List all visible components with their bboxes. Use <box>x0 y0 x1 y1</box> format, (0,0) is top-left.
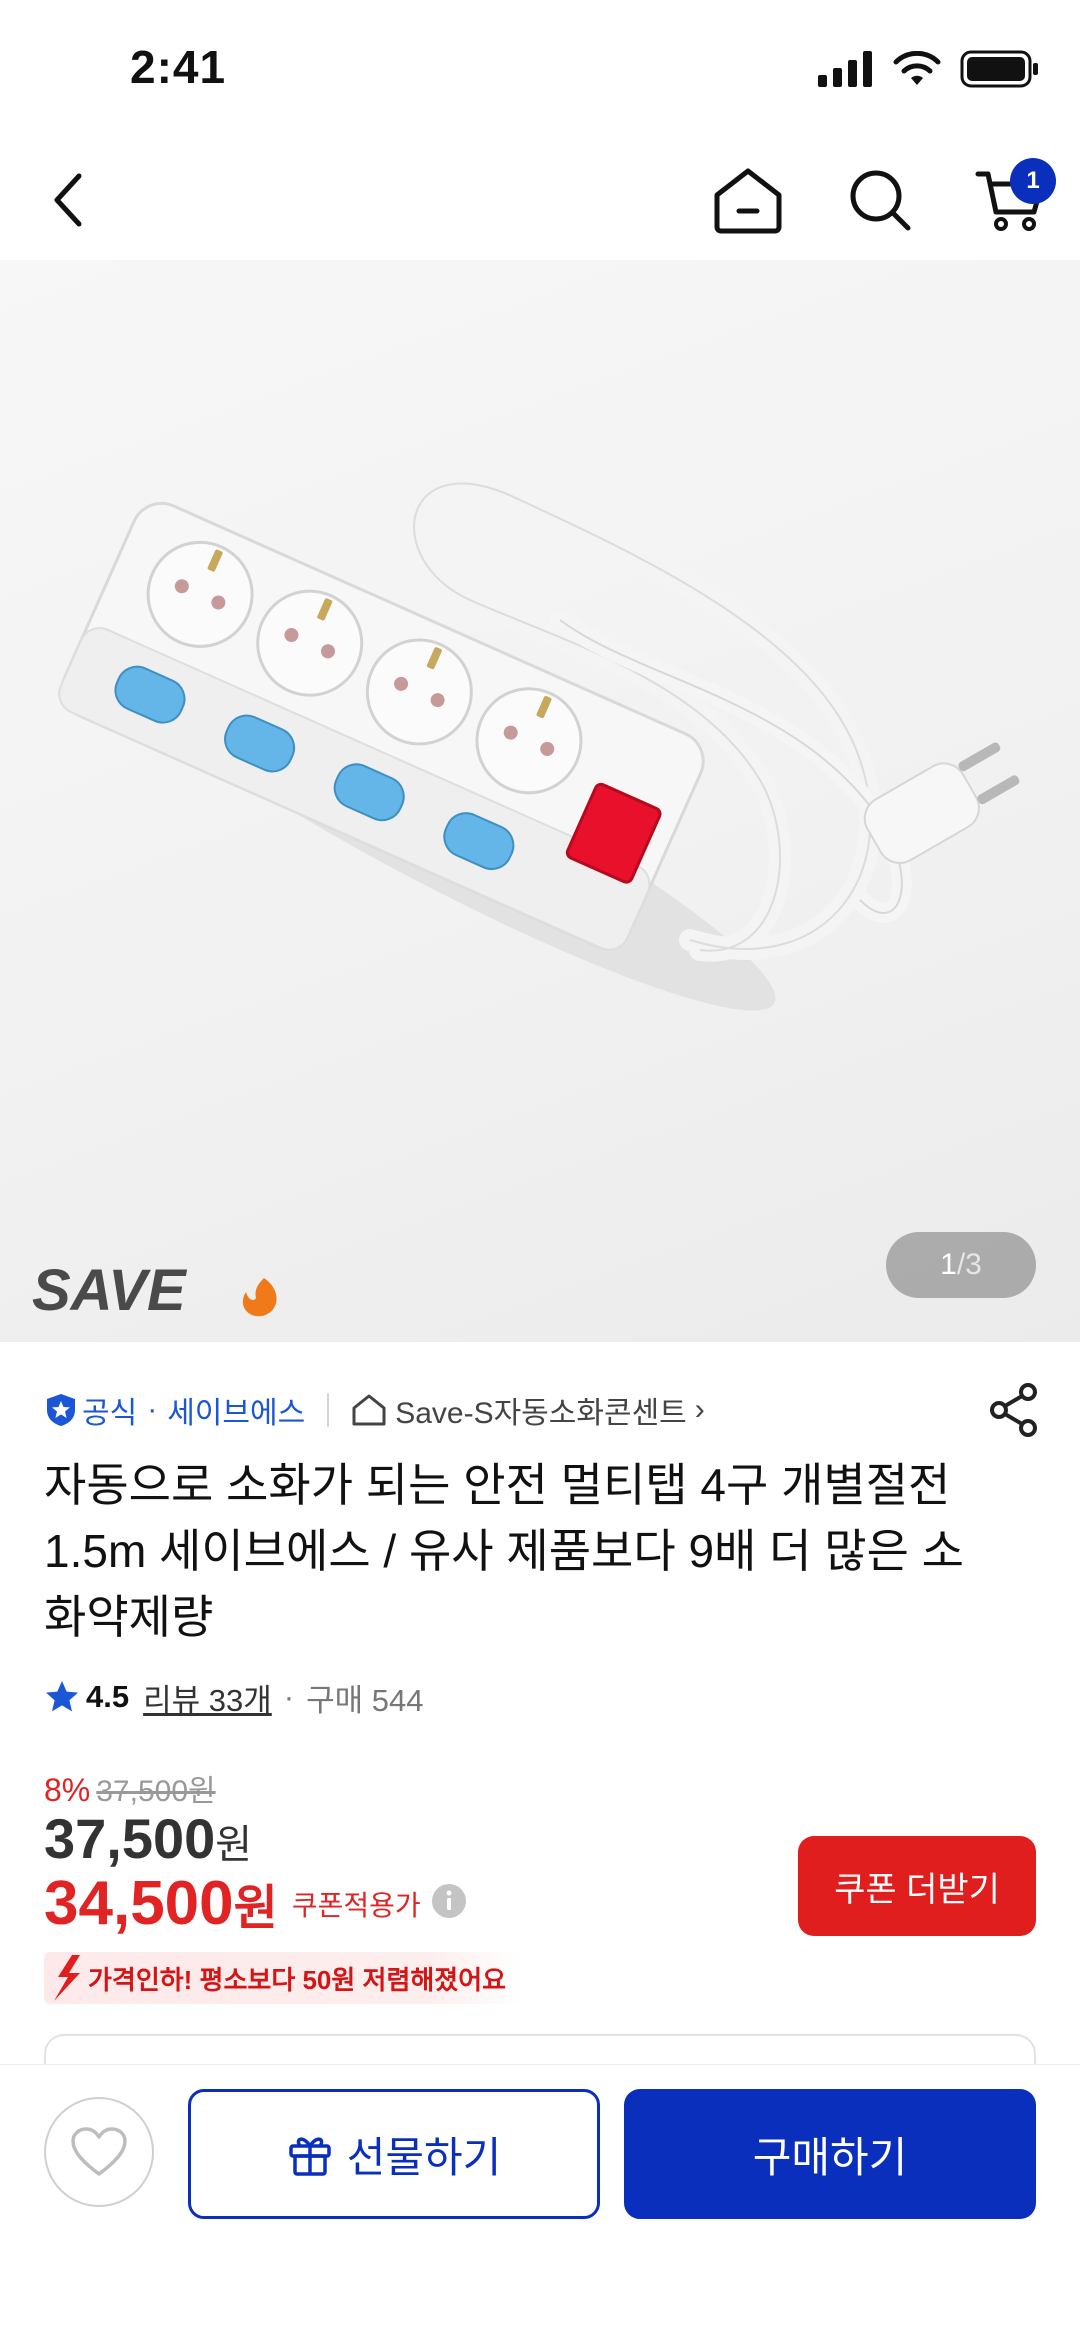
sale-price-unit: 원 <box>215 1823 253 1867</box>
signal-icon <box>818 51 872 87</box>
info-button[interactable] <box>431 1883 467 1924</box>
search-button[interactable] <box>830 150 930 250</box>
image-counter-current: 1 <box>940 1248 957 1281</box>
product-title: 자동으로 소화가 되는 안전 멀티탭 4구 개별절전 1.5m 세이브에스 / … <box>44 1459 964 1643</box>
official-badge: 공식 <box>44 1388 137 1432</box>
discount-rate: 8% <box>44 1772 91 1808</box>
seller-row: 공식 · 세이브에스 Save-S자동소화콘센트 › <box>44 1382 1040 1438</box>
back-icon <box>54 173 82 227</box>
svg-text:SAVE: SAVE <box>32 1260 188 1320</box>
price-drop-banner: 가격인하! 평소보다 50원 저렴해졌어요 <box>44 1952 525 2004</box>
coupon-price-value: 34,500 <box>44 1869 234 1938</box>
coupon-price: 34,500원 <box>44 1868 278 1939</box>
rating-row: 4.5 리뷰 33개 · 구매 544 <box>44 1672 423 1722</box>
official-label: 공식 <box>82 1397 138 1430</box>
battery-icon <box>960 50 1038 88</box>
store-chevron-icon: › <box>694 1393 705 1426</box>
wishlist-button[interactable] <box>44 2097 154 2207</box>
bottom-action-bar: 선물하기 구매하기 <box>0 2064 1080 2337</box>
discount-row: 8% 37,500원 <box>44 1766 216 1810</box>
star-icon <box>46 1681 78 1712</box>
sale-price-value: 37,500 <box>44 1807 216 1870</box>
shield-check-icon <box>47 1394 75 1426</box>
gift-button-label: 선물하기 <box>346 2133 502 2181</box>
coupon-price-label: 쿠폰적용가 <box>291 1889 421 1921</box>
coupon-price-unit: 원 <box>233 1882 278 1935</box>
search-icon <box>850 170 911 231</box>
cart-button[interactable]: 1 <box>960 150 1060 250</box>
down-arrow-icon <box>54 1955 80 2001</box>
cart-count-badge: 1 <box>1010 158 1056 204</box>
original-price: 37,500원 <box>96 1775 216 1808</box>
wifi-icon <box>893 51 941 85</box>
image-counter: 1/3 <box>886 1232 1036 1298</box>
image-counter-separator: / <box>956 1248 966 1281</box>
rating-dot: · <box>283 1679 295 1714</box>
sale-price: 37,500원 <box>44 1806 252 1871</box>
store-name: Save-S자동소화콘센트 <box>395 1397 687 1430</box>
image-counter-total: 3 <box>965 1248 982 1281</box>
seller-divider <box>327 1393 330 1427</box>
store-link[interactable]: Save-S자동소화콘센트 › <box>351 1388 705 1432</box>
heart-icon <box>71 2127 127 2176</box>
home-button[interactable] <box>698 150 798 250</box>
gift-button[interactable]: 선물하기 <box>188 2089 600 2219</box>
coupon-price-row: 34,500원 쿠폰적용가 <box>44 1868 467 1939</box>
brand-logo: SAVE <box>32 1258 282 1325</box>
rating-score: 4.5 <box>86 1679 130 1714</box>
status-bar: 2:41 <box>0 0 1080 140</box>
get-coupon-button[interactable]: 쿠폰 더받기 <box>798 1836 1036 1936</box>
product-photo <box>58 472 1020 1011</box>
store-home-icon <box>352 1394 386 1426</box>
price-drop-message: 가격인하! 평소보다 50원 저렴해졌어요 <box>88 1964 507 1995</box>
review-count-link[interactable]: 리뷰 33개 <box>143 1675 272 1720</box>
share-icon <box>990 1383 1037 1437</box>
gift-icon <box>288 2137 331 2176</box>
info-icon <box>431 1884 466 1918</box>
product-image-gallery[interactable]: SAVE 1/3 <box>0 260 1080 1342</box>
back-button[interactable] <box>20 150 120 250</box>
purchase-count: 구매 544 <box>306 1682 424 1718</box>
status-time: 2:41 <box>130 41 227 93</box>
home-icon <box>714 168 782 234</box>
share-button[interactable] <box>988 1382 1040 1446</box>
status-icons <box>818 50 1040 88</box>
seller-name-link[interactable]: 세이브에스 <box>167 1388 305 1432</box>
seller-dot-separator: · <box>147 1393 158 1426</box>
top-nav-bar: 1 <box>0 140 1080 260</box>
buy-button[interactable]: 구매하기 <box>624 2089 1036 2219</box>
